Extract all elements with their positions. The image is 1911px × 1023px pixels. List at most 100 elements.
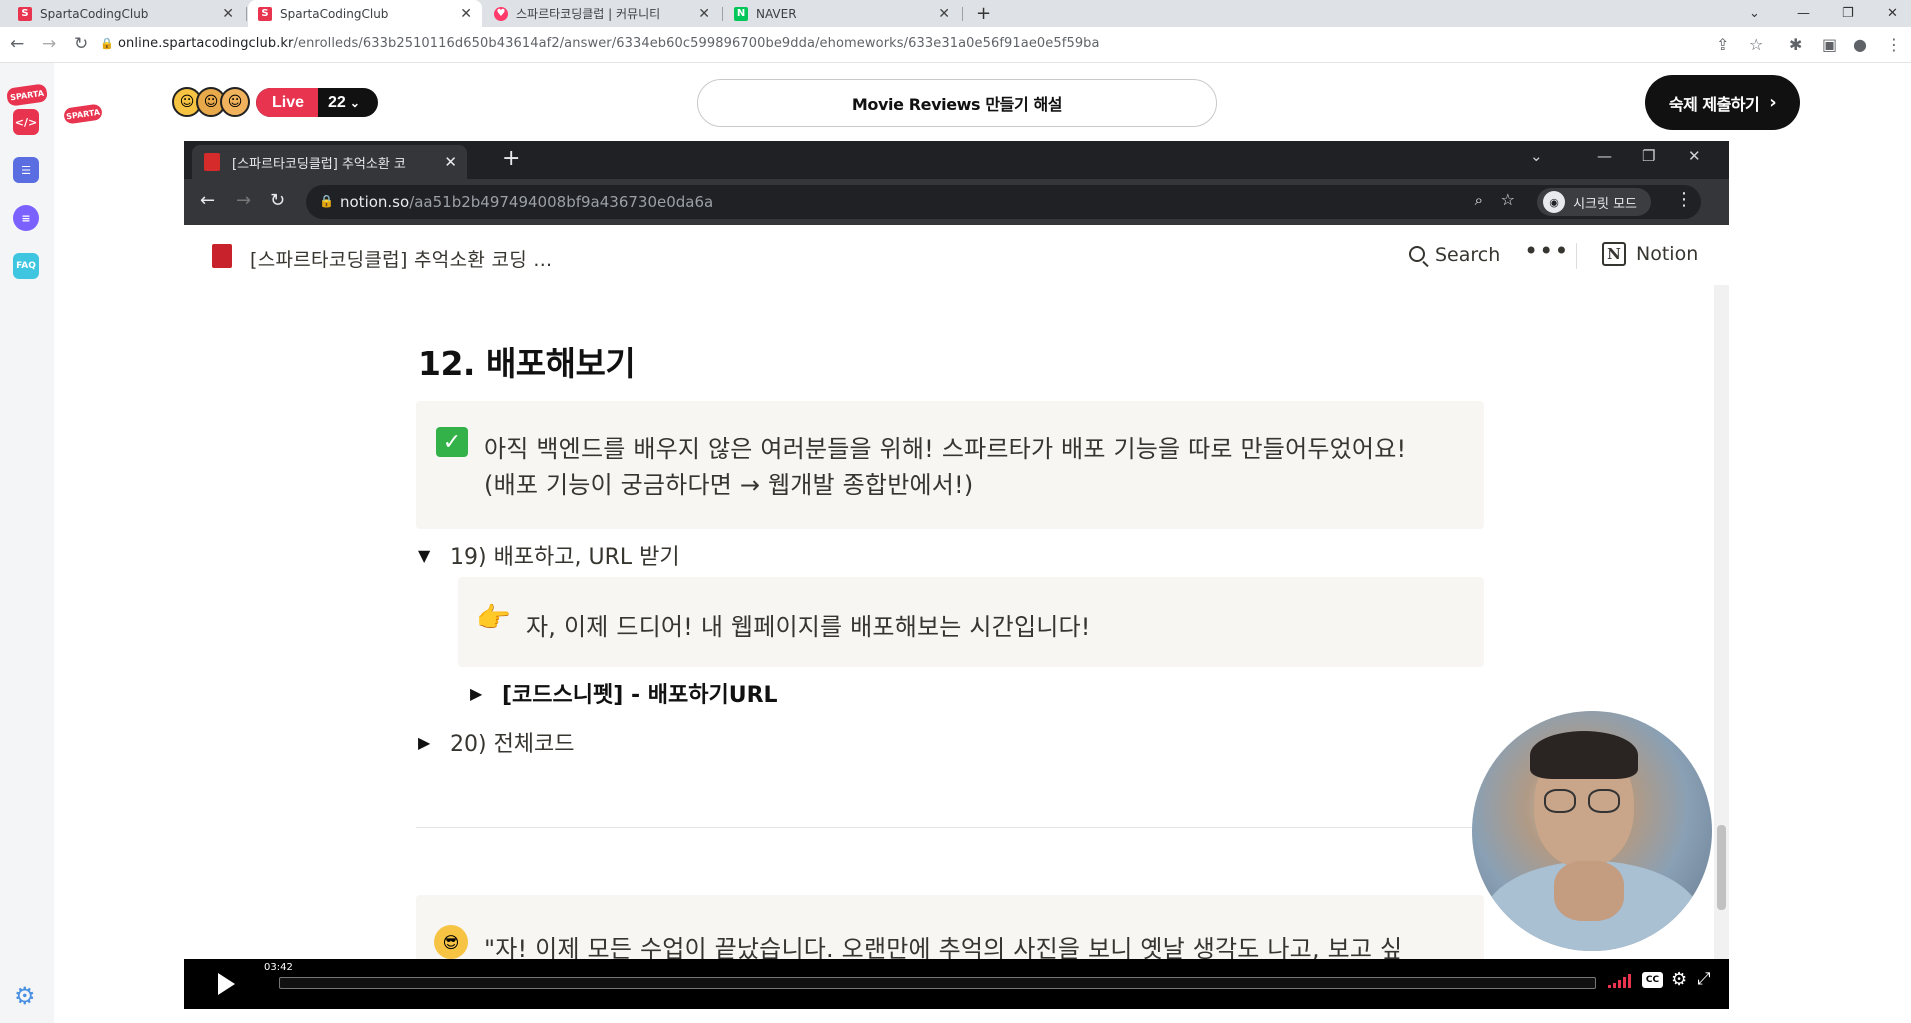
notion-logo: N Notion bbox=[1602, 242, 1698, 266]
toggle-open-icon: ▼ bbox=[418, 545, 431, 565]
sparta-logo-text: SPARTA bbox=[65, 107, 101, 121]
faq-icon[interactable]: FAQ bbox=[13, 253, 39, 279]
callout: 👉 자, 이제 드디어! 내 웹페이지를 배포해보는 시간입니다! bbox=[458, 577, 1484, 667]
avatar: ☺ bbox=[220, 87, 250, 117]
close-tab-icon[interactable]: ✕ bbox=[222, 6, 234, 22]
close-icon: ✕ bbox=[444, 153, 457, 171]
tab-separator bbox=[246, 7, 247, 21]
close-icon: ✕ bbox=[1688, 147, 1701, 165]
toggle-label: 19) 배포하고, URL 받기 bbox=[450, 545, 680, 570]
restore-icon: ❐ bbox=[1642, 147, 1656, 165]
book-icon bbox=[212, 244, 232, 268]
hand bbox=[1554, 861, 1624, 921]
browser-tab[interactable]: ♥ 스파르타코딩클럽 | 커뮤니티 ✕ bbox=[484, 0, 720, 27]
pointing-hand-icon: 👉 bbox=[476, 601, 511, 634]
new-tab-button[interactable]: + bbox=[976, 3, 991, 24]
divider bbox=[1576, 243, 1577, 269]
current-time: 03:42 bbox=[264, 962, 293, 973]
lock-icon: 🔒 bbox=[100, 37, 114, 50]
submit-homework-label: 숙제 제출하기 bbox=[1668, 94, 1760, 114]
toggle-closed-icon: ▶ bbox=[470, 683, 483, 703]
star-icon: ☆ bbox=[1500, 190, 1515, 209]
gear-icon[interactable]: ⚙ bbox=[14, 982, 36, 1010]
back-icon: ← bbox=[200, 190, 216, 211]
glasses bbox=[1544, 789, 1576, 813]
callout-text: 아직 백엔드를 배우지 않은 여러분들을 위해! 스파르타가 배포 기능을 따로… bbox=[484, 435, 1407, 463]
play-icon[interactable] bbox=[218, 973, 235, 995]
video-address-bar: ← → ↻ 🔒 notion.so/aa51b2b497494008bf9a43… bbox=[184, 179, 1729, 225]
share-icon[interactable]: ⇪ bbox=[1716, 35, 1729, 54]
checklist-icon[interactable]: ☰ bbox=[13, 157, 39, 183]
toggle-label: [코드스니펫] - 배포하기URL bbox=[502, 683, 778, 708]
snippet-toggle: ▶ [코드스니펫] - 배포하기URL bbox=[470, 677, 778, 709]
restore-icon[interactable]: ❐ bbox=[1842, 0, 1854, 27]
settings-gear-icon[interactable]: ⚙ bbox=[1671, 969, 1687, 990]
tab-search-icon[interactable]: ⌄ bbox=[1749, 0, 1760, 27]
volume-icon[interactable] bbox=[1608, 974, 1634, 988]
fullscreen-icon[interactable]: ⤢ bbox=[1697, 969, 1711, 989]
chevron-down-icon: ⌄ bbox=[1530, 147, 1543, 165]
incognito-icon: ◉ bbox=[1543, 191, 1566, 213]
browser-tab[interactable]: S SpartaCodingClub ✕ bbox=[8, 0, 244, 27]
forward-icon[interactable]: → bbox=[42, 34, 56, 54]
toggle-20: ▶ 20) 전체코드 bbox=[418, 726, 575, 758]
notion-breadcrumb: [스파르타코딩클럽] 추억소환 코딩 ... bbox=[250, 249, 553, 271]
minimize-icon[interactable]: — bbox=[1797, 0, 1810, 27]
video-url-text: notion.so/aa51b2b497494008bf9a436730e0da… bbox=[340, 193, 713, 211]
toggle-19: ▼ 19) 배포하고, URL 받기 bbox=[418, 539, 680, 571]
glasses bbox=[1588, 789, 1620, 813]
callout-text: (배포 기능이 궁금하다면 → 웹개발 종합반에서!) bbox=[484, 471, 974, 499]
book-icon bbox=[204, 153, 220, 171]
lock-icon: 🔒 bbox=[319, 194, 334, 208]
chat-icon[interactable]: ≡ bbox=[13, 205, 39, 231]
callout-text: 자, 이제 드디어! 내 웹페이지를 배포해보는 시간입니다! bbox=[526, 613, 1091, 641]
profile-icon[interactable]: ● bbox=[1853, 35, 1867, 54]
tab-separator bbox=[722, 7, 723, 21]
notion-icon: N bbox=[1602, 242, 1626, 266]
section-heading: 12. 배포해보기 bbox=[418, 344, 636, 383]
close-tab-icon[interactable]: ✕ bbox=[460, 6, 472, 22]
left-rail: </> ☰ ≡ FAQ bbox=[0, 63, 54, 1023]
browser-tab-label: 스파르타코딩클럽 | 커뮤니티 bbox=[516, 7, 661, 21]
seek-bar[interactable] bbox=[279, 977, 1596, 989]
close-window-icon[interactable]: ✕ bbox=[1887, 0, 1898, 27]
reload-icon[interactable]: ↻ bbox=[74, 34, 88, 54]
side-panel-icon[interactable]: ▣ bbox=[1822, 35, 1837, 54]
submit-homework-button[interactable]: 숙제 제출하기 › bbox=[1645, 75, 1800, 130]
url-field[interactable]: online.spartacodingclub.kr/enrolleds/633… bbox=[118, 36, 1100, 51]
naver-favicon: N bbox=[734, 6, 748, 21]
close-tab-icon[interactable]: ✕ bbox=[698, 6, 710, 22]
rail-item-label: FAQ bbox=[16, 261, 36, 271]
video-url-host: notion.so bbox=[340, 193, 410, 211]
bookmark-star-icon[interactable]: ☆ bbox=[1749, 35, 1763, 54]
url-host: online.spartacodingclub.kr bbox=[118, 36, 294, 51]
reload-icon: ↻ bbox=[270, 190, 286, 211]
code-icon[interactable]: </> bbox=[13, 109, 39, 135]
menu-icon[interactable]: ⋮ bbox=[1886, 35, 1902, 54]
browser-tab-label: NAVER bbox=[756, 6, 797, 21]
scrollbar-thumb bbox=[1717, 825, 1726, 910]
toggle-label: 20) 전체코드 bbox=[450, 732, 575, 757]
live-viewers-pill[interactable]: Live 22 ⌄ bbox=[256, 88, 378, 117]
zoom-icon: ⌕ bbox=[1474, 191, 1483, 209]
captions-button[interactable]: CC bbox=[1642, 972, 1663, 988]
browser-tab[interactable]: N NAVER ✕ bbox=[724, 0, 960, 27]
callout: ✓ 아직 백엔드를 배우지 않은 여러분들을 위해! 스파르타가 배포 기능을 … bbox=[416, 401, 1484, 529]
check-icon: ✓ bbox=[436, 427, 468, 457]
lesson-title[interactable]: Movie Reviews 만들기 해설 bbox=[697, 79, 1217, 127]
hair bbox=[1530, 731, 1638, 779]
extensions-icon[interactable]: ✱ bbox=[1789, 35, 1802, 54]
video-browser-tab: [스파르타코딩클럽] 추억소환 코 ✕ bbox=[192, 145, 467, 179]
sparta-logo[interactable]: SPARTA bbox=[63, 103, 103, 125]
browser-tab-label: SpartaCodingClub bbox=[40, 6, 149, 21]
notion-search: Search bbox=[1409, 244, 1500, 266]
viewer-avatars: ☺ ☺ ☺ bbox=[172, 87, 250, 117]
browser-tab-active[interactable]: S SpartaCodingClub ✕ bbox=[248, 0, 482, 27]
browser-tab-bar: S SpartaCodingClub ✕ S SpartaCodingClub … bbox=[0, 0, 1911, 27]
community-favicon: ♥ bbox=[494, 6, 508, 21]
video-browser-tab-bar: [스파르타코딩클럽] 추억소환 코 ✕ + ⌄ — ❐ ✕ bbox=[184, 141, 1729, 179]
close-tab-icon[interactable]: ✕ bbox=[938, 6, 950, 22]
tab-separator bbox=[962, 7, 963, 21]
back-icon[interactable]: ← bbox=[10, 34, 24, 54]
lecture-video[interactable]: [스파르타코딩클럽] 추억소환 코 ✕ + ⌄ — ❐ ✕ ← → ↻ 🔒 no… bbox=[184, 141, 1729, 1009]
